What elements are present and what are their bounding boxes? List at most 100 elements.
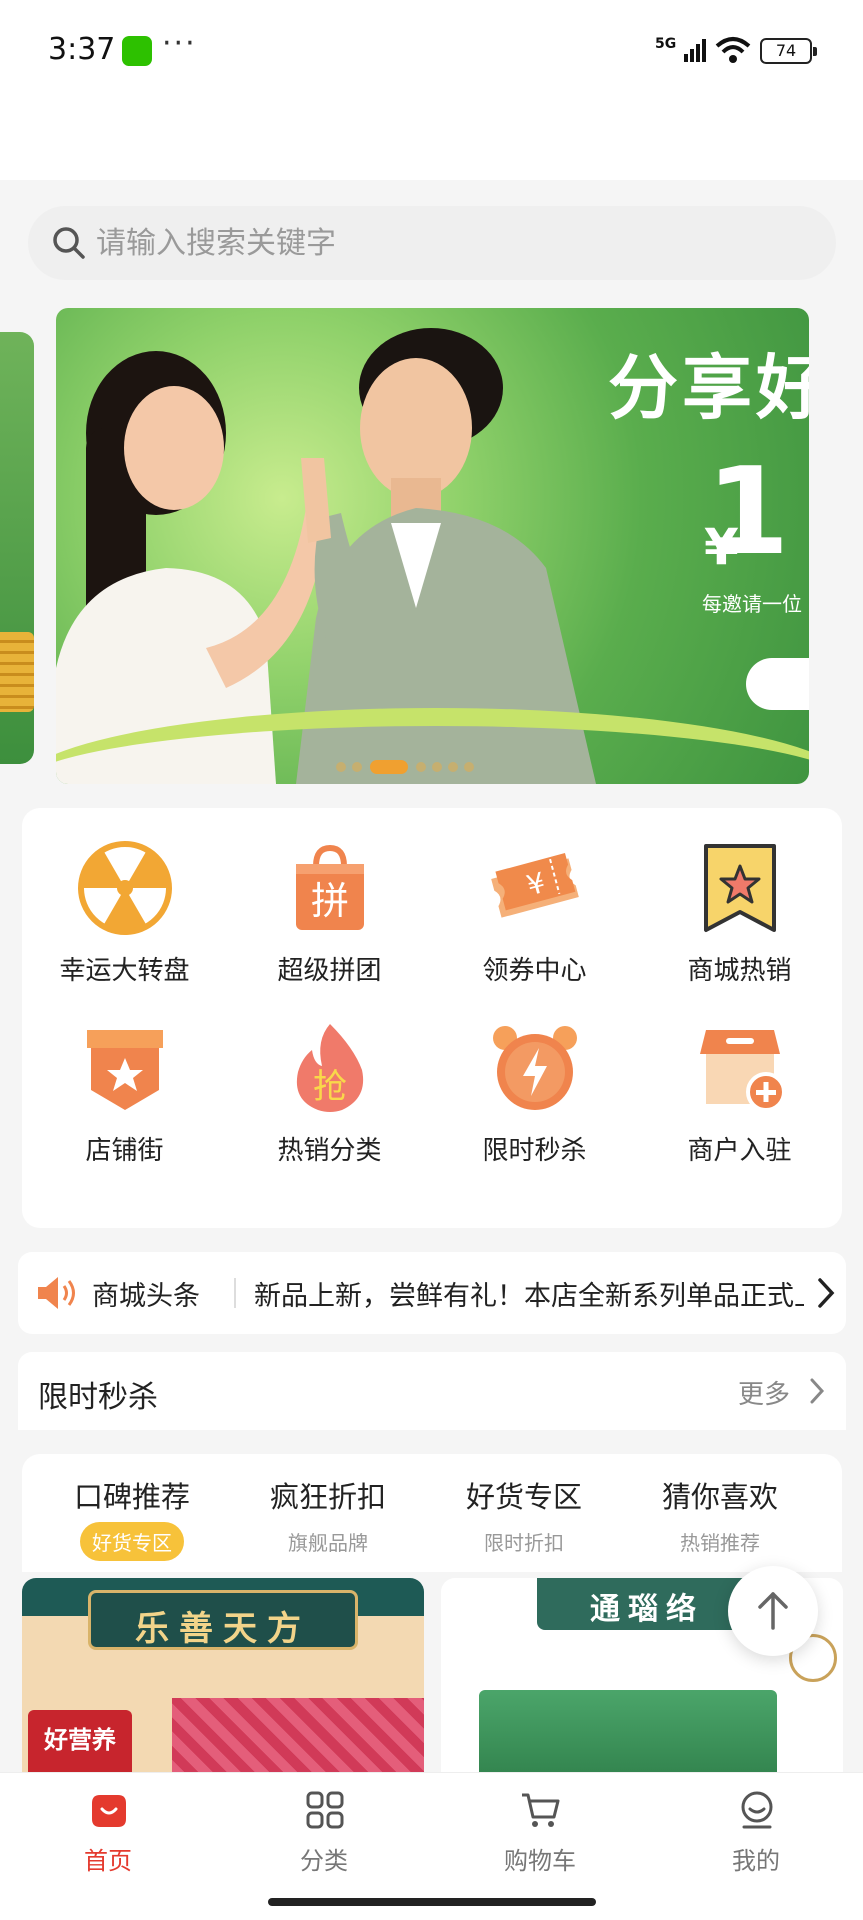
product-tag-text: 好营养 [44, 1726, 116, 1754]
grid-item-hot-sale[interactable]: 商城热销 [637, 808, 842, 988]
coupon-icon: ¥ [490, 853, 579, 918]
battery-icon: 74 [760, 38, 817, 64]
merchant-join-icon [699, 1030, 786, 1112]
grid-label: 限时秒杀 [482, 1136, 587, 1166]
grab-badge: 抢 [313, 1067, 347, 1107]
product-brand-plate: 乐善天方 [88, 1590, 358, 1650]
grid-label: 幸运大转盘 [59, 956, 190, 986]
product-card[interactable]: 乐善天方 好营养 [22, 1578, 424, 1778]
nav-label: 首页 [84, 1847, 132, 1875]
tab-guess-you-like[interactable]: 猜你喜欢 热销推荐 [622, 1474, 818, 1564]
tab-title: 好货专区 [465, 1480, 582, 1514]
coin-stack-image [0, 632, 34, 712]
tab-subtitle-active: 好货专区 [80, 1522, 184, 1561]
pagination-dot[interactable] [416, 762, 426, 772]
status-more: ··· [162, 26, 197, 61]
battery-level: 74 [775, 41, 797, 60]
search-icon [53, 227, 85, 259]
category-icon [306, 1791, 344, 1829]
news-ticker-title: 商城头条 [92, 1281, 200, 1312]
tab-title: 口碑推荐 [73, 1480, 190, 1514]
tab-subtitle: 热销推荐 [680, 1531, 760, 1555]
profile-icon [741, 1791, 773, 1829]
cart-icon [522, 1793, 560, 1827]
pagination-dot[interactable] [464, 762, 474, 772]
home-icon [92, 1795, 126, 1827]
product-brand: 乐善天方 [135, 1609, 311, 1649]
feature-grid: 幸运大转盘 拼 超级拼团 ¥ 领券中心 商城热销 店铺街 抢 热销分类 限时秒杀… [22, 808, 842, 1228]
product-tag: 好营养 [28, 1710, 132, 1778]
back-to-top-button[interactable] [728, 1566, 818, 1656]
news-ticker-text[interactable]: 新品上新，尝鲜有礼！本店全新系列单品正式上线 [254, 1274, 804, 1313]
tab-subtitle: 旗舰品牌 [288, 1531, 368, 1555]
banner-subtitle: 每邀请一位 [702, 592, 802, 616]
promo-banner[interactable]: 分享好 ¥ 1 每邀请一位 [56, 308, 809, 784]
recommend-tabs: 口碑推荐 好货专区 疯狂折扣 旗舰品牌 好货专区 限时折扣 猜你喜欢 热销推荐 [22, 1454, 842, 1572]
grid-item-lucky-wheel[interactable]: 幸运大转盘 [22, 808, 227, 988]
home-indicator[interactable] [268, 1898, 596, 1906]
product-image [172, 1698, 424, 1778]
grid-label: 超级拼团 [277, 956, 382, 986]
grid-item-store-street[interactable]: 店铺街 [22, 988, 227, 1168]
tab-subtitle: 限时折扣 [484, 1531, 564, 1555]
product-brand-plate: 通瑙络 [537, 1578, 757, 1630]
pagination-dot-active[interactable] [370, 760, 408, 774]
tab-discount[interactable]: 疯狂折扣 旗舰品牌 [230, 1474, 426, 1564]
nav-home[interactable]: 首页 [0, 1789, 216, 1889]
grid-label: 商城热销 [687, 956, 792, 986]
divider [234, 1278, 236, 1308]
wheel-icon [77, 841, 172, 935]
arrow-up-icon [758, 1592, 788, 1630]
grid-label: 领券中心 [482, 956, 587, 986]
banner-cta-button[interactable] [746, 658, 809, 710]
product-image [479, 1690, 777, 1778]
grid-item-coupon-center[interactable]: ¥ 领券中心 [432, 808, 637, 988]
search-input[interactable] [96, 218, 796, 268]
news-ticker[interactable]: 商城头条 新品上新，尝鲜有礼！本店全新系列单品正式上线 [18, 1252, 846, 1334]
tab-good-goods[interactable]: 好货专区 限时折扣 [426, 1474, 622, 1564]
app-screen: 3:37 ··· 5G 74 请输入搜索关键字 分享好 ¥ 1 每邀请一位 幸运… [0, 0, 863, 1920]
banner-title: 分享好 [608, 347, 809, 429]
chevron-right-icon[interactable] [816, 1276, 836, 1310]
flash-sale-section: 限时秒杀 更多 [18, 1352, 846, 1430]
tab-reputation[interactable]: 口碑推荐 好货专区 [34, 1474, 230, 1564]
pin-badge: 拼 [310, 879, 348, 923]
banner-amount: 1 [706, 443, 790, 582]
grid-item-merchant-join[interactable]: 商户入驻 [637, 988, 842, 1168]
pagination-dot[interactable] [432, 762, 442, 772]
section-title: 限时秒杀 [38, 1380, 158, 1415]
pagination-dot[interactable] [448, 762, 458, 772]
nav-label: 我的 [732, 1847, 780, 1875]
grid-item-hot-category[interactable]: 抢 热销分类 [227, 988, 432, 1168]
pagination-dot[interactable] [336, 762, 346, 772]
flash-sale-icon [492, 1026, 577, 1110]
more-link[interactable]: 更多 [738, 1374, 790, 1411]
nav-cart[interactable]: 购物车 [432, 1789, 648, 1889]
wechat-icon [122, 36, 152, 66]
nav-profile[interactable]: 我的 [648, 1789, 863, 1889]
chevron-right-icon[interactable] [808, 1376, 826, 1406]
nav-label: 分类 [300, 1847, 348, 1875]
speaker-icon [38, 1277, 75, 1309]
hot-sale-icon [703, 844, 776, 932]
wifi-icon [715, 37, 751, 63]
grid-item-flash-sale[interactable]: 限时秒杀 [432, 988, 637, 1168]
grid-label: 商户入驻 [687, 1136, 792, 1166]
nav-category[interactable]: 分类 [216, 1789, 432, 1889]
hot-category-icon: 抢 [296, 1024, 363, 1112]
signal-icon [684, 39, 706, 62]
status-bar: 3:37 ··· 5G 74 [0, 0, 863, 180]
grid-label: 店铺街 [85, 1136, 164, 1166]
group-buy-icon: 拼 [295, 844, 364, 930]
product-brand: 通瑙络 [590, 1592, 704, 1627]
pagination-dot[interactable] [352, 762, 362, 772]
nav-label: 购物车 [504, 1847, 576, 1875]
grid-item-group-buy[interactable]: 拼 超级拼团 [227, 808, 432, 988]
status-time: 3:37 [48, 32, 116, 67]
tab-title: 疯狂折扣 [269, 1480, 386, 1514]
grid-label: 热销分类 [277, 1136, 382, 1166]
banner-prev-slide[interactable] [0, 332, 34, 764]
store-street-icon [86, 1030, 163, 1110]
tab-title: 猜你喜欢 [661, 1480, 778, 1514]
search-bar[interactable] [28, 206, 836, 280]
